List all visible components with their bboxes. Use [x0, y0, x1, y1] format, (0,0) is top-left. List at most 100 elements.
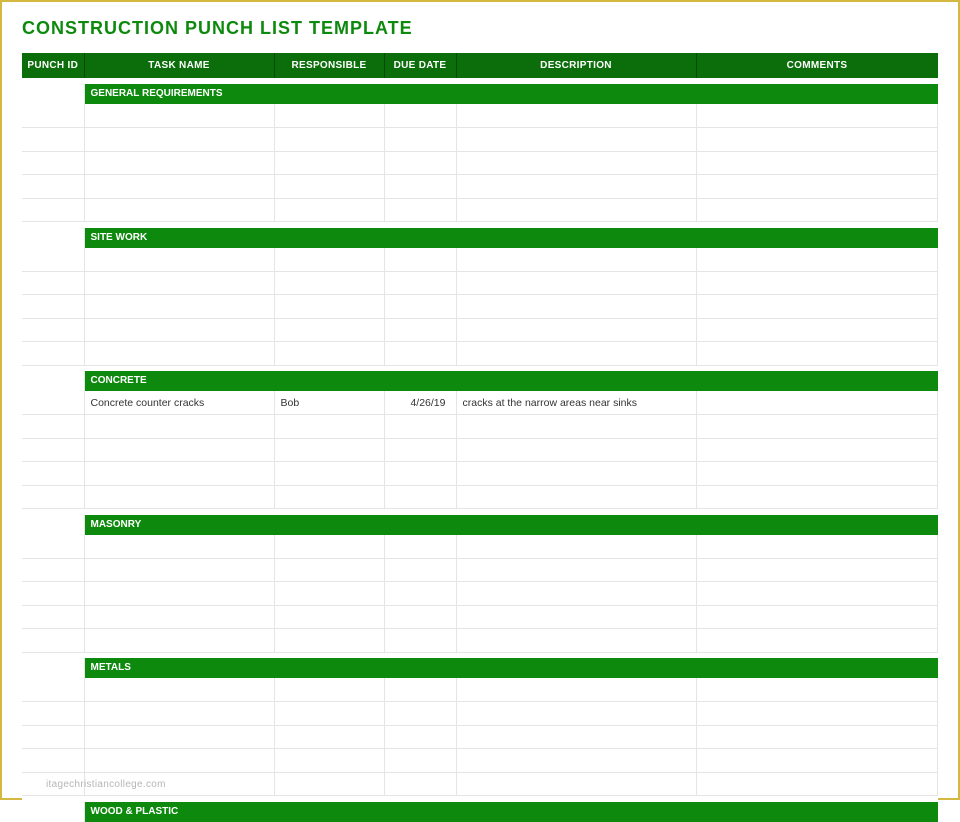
- cell-comments[interactable]: [696, 678, 938, 702]
- cell-task-name[interactable]: [84, 725, 274, 749]
- cell-responsible[interactable]: [274, 749, 384, 773]
- cell-responsible[interactable]: [274, 605, 384, 629]
- cell-description[interactable]: [456, 725, 696, 749]
- cell-task-name[interactable]: [84, 629, 274, 653]
- cell-description[interactable]: [456, 151, 696, 175]
- cell-due-date[interactable]: [384, 772, 456, 796]
- cell-task-name[interactable]: [84, 104, 274, 128]
- cell-task-name[interactable]: [84, 318, 274, 342]
- table-row[interactable]: [22, 438, 938, 462]
- cell-responsible[interactable]: [274, 772, 384, 796]
- cell-comments[interactable]: [696, 772, 938, 796]
- cell-responsible[interactable]: [274, 104, 384, 128]
- cell-comments[interactable]: [696, 702, 938, 726]
- cell-due-date[interactable]: 4/26/19: [384, 391, 456, 415]
- cell-task-name[interactable]: [84, 248, 274, 272]
- cell-description[interactable]: [456, 629, 696, 653]
- cell-due-date[interactable]: [384, 415, 456, 439]
- cell-description[interactable]: [456, 772, 696, 796]
- cell-punch-id[interactable]: [22, 415, 84, 439]
- cell-responsible[interactable]: [274, 535, 384, 559]
- cell-comments[interactable]: [696, 438, 938, 462]
- cell-description[interactable]: [456, 749, 696, 773]
- cell-due-date[interactable]: [384, 725, 456, 749]
- cell-comments[interactable]: [696, 342, 938, 366]
- cell-punch-id[interactable]: [22, 438, 84, 462]
- table-row[interactable]: [22, 295, 938, 319]
- cell-description[interactable]: [456, 535, 696, 559]
- cell-due-date[interactable]: [384, 342, 456, 366]
- cell-task-name[interactable]: [84, 128, 274, 152]
- cell-due-date[interactable]: [384, 702, 456, 726]
- cell-responsible[interactable]: [274, 725, 384, 749]
- cell-comments[interactable]: [696, 271, 938, 295]
- table-row[interactable]: [22, 175, 938, 199]
- table-row[interactable]: [22, 151, 938, 175]
- table-row[interactable]: [22, 725, 938, 749]
- cell-punch-id[interactable]: [22, 725, 84, 749]
- cell-task-name[interactable]: [84, 582, 274, 606]
- cell-task-name[interactable]: [84, 678, 274, 702]
- cell-comments[interactable]: [696, 749, 938, 773]
- cell-description[interactable]: [456, 438, 696, 462]
- cell-punch-id[interactable]: [22, 318, 84, 342]
- cell-due-date[interactable]: [384, 271, 456, 295]
- cell-task-name[interactable]: [84, 558, 274, 582]
- cell-description[interactable]: [456, 318, 696, 342]
- cell-punch-id[interactable]: [22, 271, 84, 295]
- cell-task-name[interactable]: [84, 198, 274, 222]
- cell-due-date[interactable]: [384, 248, 456, 272]
- cell-responsible[interactable]: [274, 438, 384, 462]
- cell-description[interactable]: cracks at the narrow areas near sinks: [456, 391, 696, 415]
- cell-due-date[interactable]: [384, 558, 456, 582]
- table-row[interactable]: [22, 605, 938, 629]
- cell-task-name[interactable]: [84, 438, 274, 462]
- cell-responsible[interactable]: [274, 558, 384, 582]
- cell-responsible[interactable]: [274, 271, 384, 295]
- cell-punch-id[interactable]: [22, 558, 84, 582]
- cell-task-name[interactable]: Concrete counter cracks: [84, 391, 274, 415]
- cell-punch-id[interactable]: [22, 605, 84, 629]
- cell-due-date[interactable]: [384, 151, 456, 175]
- cell-due-date[interactable]: [384, 318, 456, 342]
- cell-responsible[interactable]: [274, 462, 384, 486]
- cell-description[interactable]: [456, 342, 696, 366]
- cell-responsible[interactable]: [274, 702, 384, 726]
- cell-description[interactable]: [456, 248, 696, 272]
- cell-due-date[interactable]: [384, 749, 456, 773]
- cell-responsible[interactable]: [274, 198, 384, 222]
- cell-punch-id[interactable]: [22, 678, 84, 702]
- cell-due-date[interactable]: [384, 462, 456, 486]
- cell-due-date[interactable]: [384, 605, 456, 629]
- cell-responsible[interactable]: [274, 629, 384, 653]
- cell-punch-id[interactable]: [22, 248, 84, 272]
- table-row[interactable]: [22, 318, 938, 342]
- cell-comments[interactable]: [696, 605, 938, 629]
- cell-comments[interactable]: [696, 462, 938, 486]
- table-row[interactable]: [22, 462, 938, 486]
- cell-comments[interactable]: [696, 391, 938, 415]
- table-row[interactable]: [22, 558, 938, 582]
- cell-task-name[interactable]: [84, 295, 274, 319]
- cell-responsible[interactable]: [274, 318, 384, 342]
- cell-punch-id[interactable]: [22, 295, 84, 319]
- cell-description[interactable]: [456, 415, 696, 439]
- cell-punch-id[interactable]: [22, 629, 84, 653]
- cell-comments[interactable]: [696, 128, 938, 152]
- cell-punch-id[interactable]: [22, 342, 84, 366]
- cell-due-date[interactable]: [384, 485, 456, 509]
- cell-responsible[interactable]: [274, 295, 384, 319]
- cell-due-date[interactable]: [384, 535, 456, 559]
- table-row[interactable]: [22, 248, 938, 272]
- cell-description[interactable]: [456, 678, 696, 702]
- cell-punch-id[interactable]: [22, 151, 84, 175]
- cell-description[interactable]: [456, 175, 696, 199]
- cell-task-name[interactable]: [84, 535, 274, 559]
- cell-punch-id[interactable]: [22, 198, 84, 222]
- cell-comments[interactable]: [696, 535, 938, 559]
- cell-comments[interactable]: [696, 318, 938, 342]
- cell-due-date[interactable]: [384, 582, 456, 606]
- cell-description[interactable]: [456, 582, 696, 606]
- cell-responsible[interactable]: [274, 175, 384, 199]
- cell-description[interactable]: [456, 485, 696, 509]
